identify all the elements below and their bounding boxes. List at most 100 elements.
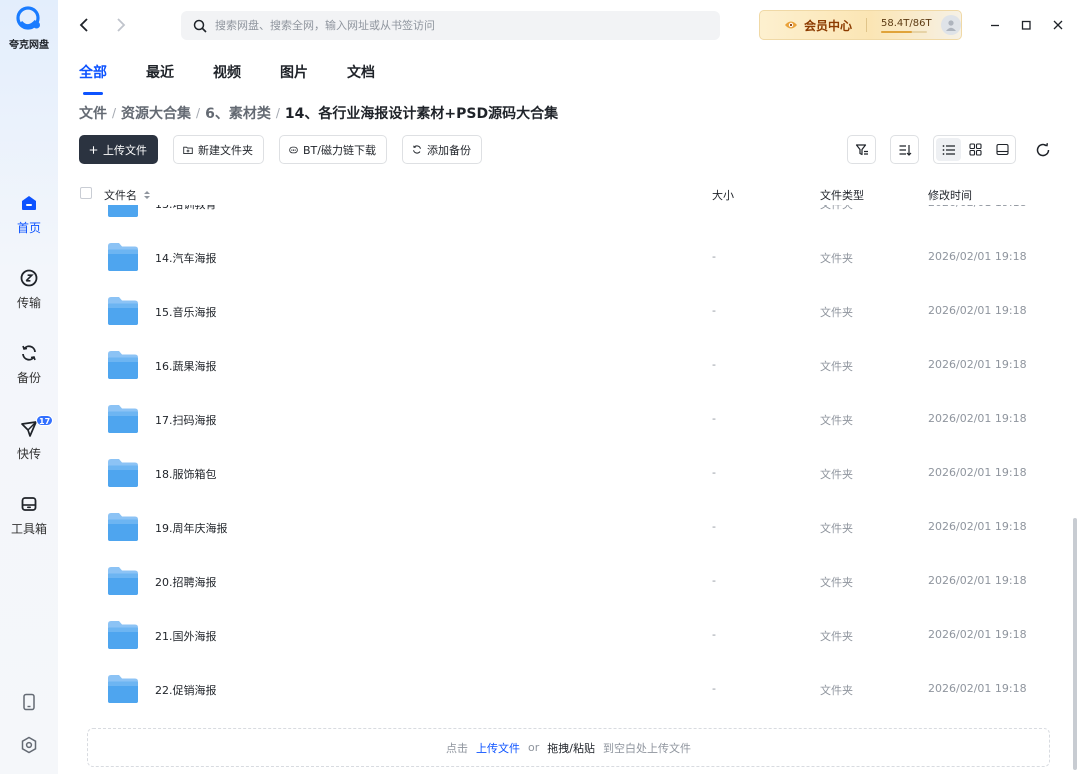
close-button[interactable] (1047, 14, 1069, 36)
file-name[interactable]: 15.音乐海报 (155, 304, 217, 320)
home-icon (22, 196, 36, 210)
drop-zone-suffix: 到空白处上传文件 (602, 741, 691, 755)
upload-drop-zone[interactable]: 点击 上传文件 or 拖拽/粘贴 到空白处上传文件 (87, 728, 1050, 767)
filter-button[interactable] (847, 135, 876, 164)
folder-icon (108, 459, 138, 487)
sidebar-item-label: 快传 (16, 447, 41, 461)
file-modified-time: 2026/02/01 19:18 (928, 304, 1027, 317)
breadcrumb: 文件 / 资源大合集 / 6、素材类 / 14、各行业海报设计素材+PSD源码大… (79, 103, 558, 123)
bt-magnet-download-button[interactable]: BT/磁力链下载 (279, 135, 387, 164)
refresh-button[interactable] (1032, 139, 1054, 161)
view-mode-switcher (933, 135, 1016, 164)
storage-quota: 58.4T/86T (881, 17, 932, 33)
file-name[interactable]: 16.蔬果海报 (155, 358, 217, 374)
folder-icon (108, 513, 138, 541)
file-list-content: 13.培训教育-文件夹2026/02/01 19:1814.汽车海报-文件夹20… (79, 205, 1049, 716)
folder-icon (108, 405, 138, 433)
sidebar-item-backup[interactable]: 备份 (0, 343, 58, 386)
file-list: 13.培训教育-文件夹2026/02/01 19:1814.汽车海报-文件夹20… (79, 205, 1049, 720)
column-time-header[interactable]: 修改时间 (928, 187, 972, 203)
preview-view-button[interactable] (990, 138, 1015, 161)
preview-view-icon (996, 143, 1009, 156)
forward-button[interactable] (111, 14, 131, 36)
sidebar-item-label: 传输 (16, 296, 41, 310)
add-backup-button[interactable]: 添加备份 (402, 135, 482, 164)
breadcrumb-separator: / (112, 106, 117, 120)
plus-icon (89, 145, 98, 154)
file-modified-time: 2026/02/01 19:18 (928, 520, 1027, 533)
file-name[interactable]: 18.服饰箱包 (155, 466, 217, 482)
file-size: - (712, 304, 716, 317)
file-row[interactable]: 16.蔬果海报 - 文件夹 2026/02/01 19:18 (79, 338, 1049, 392)
file-list-scrollbar[interactable] (1073, 518, 1077, 770)
sidebar-phone-button[interactable] (0, 692, 58, 712)
sidebar-item-toolbox[interactable]: 工具箱 (0, 494, 58, 537)
file-row[interactable]: 19.周年庆海报 - 文件夹 2026/02/01 19:18 (79, 500, 1049, 554)
file-row[interactable]: 21.国外海报 - 文件夹 2026/02/01 19:18 (79, 608, 1049, 662)
sidebar-item-label: 工具箱 (10, 522, 47, 536)
tab-document[interactable]: 文档 (347, 62, 375, 88)
sidebar-item-quick-send[interactable]: 17 快传 (0, 415, 58, 462)
file-name[interactable]: 17.扫码海报 (155, 412, 217, 428)
file-type: 文件夹 (820, 414, 853, 427)
file-row[interactable]: 14.汽车海报 - 文件夹 2026/02/01 19:18 (79, 230, 1049, 284)
file-row[interactable]: 22.促销海报 - 文件夹 2026/02/01 19:18 (79, 662, 1049, 716)
upload-button[interactable]: 上传文件 (79, 135, 158, 164)
file-row[interactable]: 20.招聘海报 - 文件夹 2026/02/01 19:18 (79, 554, 1049, 608)
file-row[interactable]: 17.扫码海报 - 文件夹 2026/02/01 19:18 (79, 392, 1049, 446)
upload-label: 上传文件 (103, 143, 147, 157)
file-row[interactable]: 15.音乐海报 - 文件夹 2026/02/01 19:18 (79, 284, 1049, 338)
app-logo[interactable]: 夸克网盘 (0, 6, 58, 51)
breadcrumb-item[interactable]: 文件 (79, 103, 107, 123)
select-all-checkbox[interactable] (80, 187, 92, 199)
file-size: - (712, 358, 716, 371)
file-name[interactable]: 14.汽车海报 (155, 250, 217, 266)
grid-view-button[interactable] (963, 138, 988, 161)
vip-center-button[interactable]: 会员中心 58.4T/86T (759, 10, 962, 40)
drop-zone-prefix: 点击 (446, 741, 468, 755)
file-name[interactable]: 20.招聘海报 (155, 574, 217, 590)
file-type: 文件夹 (820, 630, 853, 643)
file-type: 文件夹 (820, 684, 853, 697)
sort-button[interactable] (890, 135, 919, 164)
file-type: 文件夹 (820, 360, 853, 373)
new-folder-button[interactable]: 新建文件夹 (173, 135, 264, 164)
breadcrumb-item[interactable]: 资源大合集 (121, 103, 191, 123)
column-type-header[interactable]: 文件类型 (820, 187, 864, 203)
breadcrumb-separator: / (275, 106, 280, 120)
avatar[interactable] (941, 15, 962, 35)
column-size-header[interactable]: 大小 (712, 187, 734, 203)
sidebar-settings-button[interactable] (0, 735, 58, 755)
tab-all[interactable]: 全部 (79, 62, 107, 95)
drop-zone-upload-link[interactable]: 上传文件 (476, 740, 520, 756)
folder-icon (108, 297, 138, 325)
list-view-button[interactable] (936, 138, 961, 161)
column-name-header[interactable]: 文件名 (104, 187, 151, 203)
file-size: - (712, 412, 716, 425)
file-row[interactable]: 18.服饰箱包 - 文件夹 2026/02/01 19:18 (79, 446, 1049, 500)
search-input[interactable] (215, 19, 695, 32)
maximize-button[interactable] (1015, 14, 1037, 36)
toolbox-icon (21, 497, 37, 511)
breadcrumb-item[interactable]: 6、素材类 (205, 103, 271, 123)
storage-quota-fill (881, 30, 913, 33)
back-button[interactable] (74, 14, 94, 36)
app-name: 夸克网盘 (9, 40, 49, 51)
file-name[interactable]: 21.国外海报 (155, 628, 217, 644)
minimize-button[interactable] (984, 14, 1006, 36)
search-bar[interactable] (181, 11, 720, 40)
tab-recent[interactable]: 最近 (146, 62, 174, 88)
file-name[interactable]: 13.培训教育 (155, 205, 217, 212)
drop-zone-or: or (528, 741, 540, 754)
storage-quota-text: 58.4T/86T (881, 17, 932, 29)
tab-image[interactable]: 图片 (280, 62, 308, 88)
sidebar-item-transfer[interactable]: 传输 (0, 268, 58, 311)
sidebar-item-home[interactable]: 首页 (0, 193, 58, 236)
sort-toggle-icon (143, 191, 150, 199)
file-type: 文件夹 (820, 252, 853, 265)
tab-video[interactable]: 视频 (213, 62, 241, 88)
file-row[interactable]: 13.培训教育 - 文件夹 2026/02/01 19:18 (79, 205, 1049, 230)
file-name[interactable]: 22.促销海报 (155, 682, 217, 698)
file-modified-time: 2026/02/01 19:18 (928, 205, 1027, 209)
file-name[interactable]: 19.周年庆海报 (155, 520, 228, 536)
